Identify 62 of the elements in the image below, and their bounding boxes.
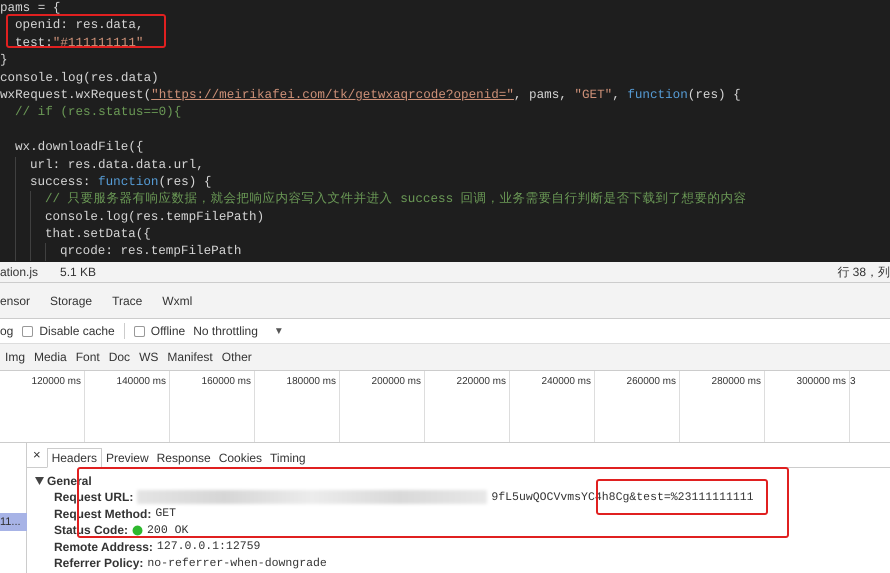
code-line: // if (res.status==0){ [15, 104, 182, 122]
details-tab[interactable]: Response [152, 449, 215, 467]
filter-button[interactable]: Manifest [167, 350, 213, 364]
code-line: that.setData({ [45, 226, 151, 244]
checkbox[interactable] [134, 326, 145, 336]
dropdown-arrow[interactable]: ▼ [274, 326, 284, 336]
code-line: console.log(res.tempFilePath) [45, 208, 264, 226]
expand-triangle-icon[interactable] [35, 477, 44, 485]
header-value: no-referrer-when-downgrade [147, 556, 327, 570]
header-value: GET [155, 507, 176, 520]
time-tick: 260000 ms [626, 376, 676, 387]
time-tick: 300000 ms [796, 376, 846, 387]
time-tick: 140000 ms [116, 376, 166, 387]
panel-tab[interactable]: ensor [0, 294, 30, 308]
details-tab[interactable]: Preview [102, 449, 153, 467]
code-line: console.log(res.data) [0, 70, 159, 87]
time-tick: 200000 ms [372, 376, 421, 387]
code-line: url: res.data.data.url, [30, 156, 204, 174]
time-tick: 220000 ms [456, 376, 506, 387]
filter-button[interactable]: Media [34, 350, 67, 364]
time-tick: 180000 ms [286, 376, 336, 387]
preserve-log-label: og [0, 324, 14, 338]
panel-tab[interactable]: Storage [50, 294, 92, 308]
header-value: 127.0.0.1:12759 [156, 540, 260, 554]
time-tick: 240000 ms [542, 376, 591, 387]
panel-tab[interactable]: Trace [112, 294, 142, 308]
time-tick: 120000 ms [32, 376, 81, 387]
close-button[interactable]: × [27, 447, 47, 467]
throttling-dropdown[interactable]: No throttling [193, 324, 258, 338]
checkbox-label: Disable cache [39, 324, 115, 338]
time-tick: 280000 ms [712, 376, 761, 387]
header-value: 200 OK [147, 524, 188, 537]
filter-button[interactable]: Font [76, 350, 100, 364]
code-line: wxRequest.wxRequest("https://meirikafei.com/tk/getwxaqrcode?openid=", pams, "GET", function(res) { [0, 86, 741, 104]
code-line: wx.downloadFile({ [15, 139, 144, 156]
panel-tab[interactable]: Wxml [162, 294, 192, 308]
code-line: qrcode: res.tempFilePath [60, 243, 242, 260]
code-line: test:"#111111111" [15, 34, 144, 52]
code-line: pams = { [0, 0, 60, 17]
checkbox-label: Offline [150, 324, 186, 338]
code-editor[interactable] [0, 0, 890, 262]
time-tick: 160000 ms [202, 376, 251, 387]
filter-button[interactable]: WS [139, 350, 158, 364]
time-tick: 3 [850, 376, 856, 387]
checkbox[interactable] [22, 326, 34, 336]
filter-button[interactable]: Doc [108, 350, 130, 364]
cursor-position: 行 38，列 [837, 264, 890, 280]
code-line: openid: res.data, [15, 17, 144, 34]
code-line: success: function(res) { [30, 174, 212, 191]
details-tab[interactable]: Timing [266, 449, 310, 467]
code-line: // 只要服务器有响应数据，就会把响应内容写入文件并进入 success 回调，业务需要自行判断是否下载到了想要的内容 [45, 191, 747, 208]
status-dot-icon [132, 524, 144, 536]
filter-button[interactable]: Img [5, 350, 26, 364]
request-item[interactable]: 11... [0, 513, 27, 531]
details-tab[interactable]: Cookies [214, 449, 266, 467]
file-size: 5.1 KB [60, 265, 96, 279]
file-name: ation.js [0, 265, 38, 279]
details-tab[interactable]: Headers [46, 448, 102, 468]
filter-button[interactable]: Other [222, 350, 252, 364]
header-name: Referrer Policy: [54, 556, 144, 570]
header-name: Remote Address: [54, 540, 153, 554]
code-line: } [0, 52, 8, 70]
